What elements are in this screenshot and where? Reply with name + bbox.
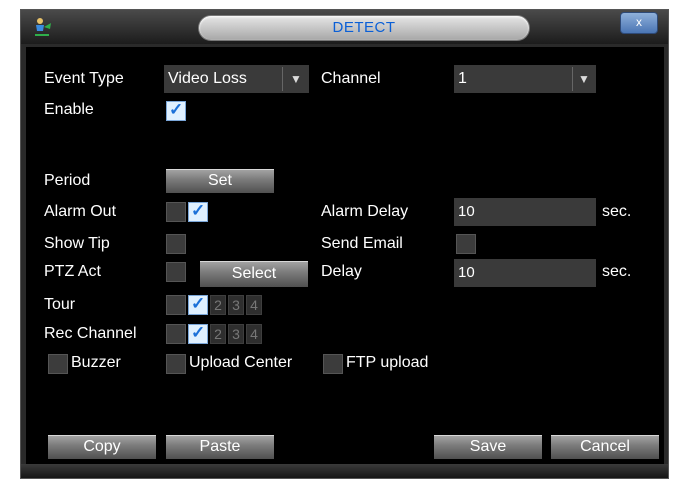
upload-center-checkbox[interactable] (166, 354, 186, 374)
event-type-dropdown[interactable]: Video Loss ▼ (164, 65, 309, 93)
copy-button[interactable]: Copy (48, 435, 156, 459)
dropdown-separator (572, 67, 573, 91)
period-label: Period (44, 172, 91, 189)
rec-channel-label: Rec Channel (44, 325, 137, 342)
send-email-checkbox[interactable] (456, 234, 476, 254)
cancel-button[interactable]: Cancel (551, 435, 659, 459)
event-type-label: Event Type (44, 70, 124, 87)
rec-channel-checkbox-all[interactable] (166, 324, 186, 344)
channel-value: 1 (458, 70, 467, 87)
rec-channel-2[interactable]: 2 (210, 324, 226, 344)
show-tip-checkbox[interactable] (166, 234, 186, 254)
save-button[interactable]: Save (434, 435, 542, 459)
bottom-bar (21, 464, 668, 478)
buzzer-checkbox[interactable] (48, 354, 68, 374)
alarm-delay-input[interactable]: 10 (454, 198, 596, 226)
alarm-out-checkbox-1[interactable]: ✓ (188, 201, 208, 222)
period-set-button[interactable]: Set (166, 169, 274, 193)
channel-dropdown[interactable]: 1 ▼ (454, 65, 596, 93)
buzzer-label: Buzzer (71, 354, 121, 371)
enable-checkbox[interactable]: ✓ (166, 100, 186, 121)
ptz-act-label: PTZ Act (44, 263, 101, 280)
alarm-out-checkbox-all[interactable] (166, 202, 186, 222)
ftp-upload-checkbox[interactable] (323, 354, 343, 374)
ptz-select-button[interactable]: Select (200, 261, 308, 287)
triangle-down-icon[interactable]: ▼ (290, 65, 302, 93)
delay-label: Delay (321, 263, 362, 280)
tour-label: Tour (44, 296, 76, 313)
tour-channel-4[interactable]: 4 (246, 295, 262, 315)
rec-channel-4[interactable]: 4 (246, 324, 262, 344)
title-bar: DETECT x (21, 10, 668, 44)
tour-checkbox-1[interactable]: ✓ (188, 294, 208, 315)
alarm-delay-unit: sec. (602, 203, 632, 220)
triangle-down-icon[interactable]: ▼ (578, 65, 590, 93)
rec-channel-3[interactable]: 3 (228, 324, 244, 344)
send-email-label: Send Email (321, 235, 403, 252)
tour-channel-2[interactable]: 2 (210, 295, 226, 315)
tour-channel-3[interactable]: 3 (228, 295, 244, 315)
checkmark-icon: ✓ (191, 323, 206, 342)
person-arrow-icon (31, 17, 53, 37)
upload-center-label: Upload Center (189, 354, 293, 371)
window-title: DETECT (199, 16, 529, 40)
detect-panel: Event Type Video Loss ▼ Channel 1 ▼ Enab… (26, 47, 664, 465)
event-type-value: Video Loss (168, 70, 247, 87)
checkmark-icon: ✓ (169, 100, 184, 119)
alarm-delay-label: Alarm Delay (321, 203, 409, 220)
alarm-out-label: Alarm Out (44, 203, 117, 220)
dropdown-separator (282, 67, 283, 91)
rec-channel-checkbox-1[interactable]: ✓ (188, 323, 208, 344)
show-tip-label: Show Tip (44, 235, 110, 252)
ftp-upload-label: FTP upload (346, 354, 429, 371)
channel-label: Channel (321, 70, 381, 87)
detect-window: DETECT x Event Type Video Loss ▼ Channel… (20, 9, 669, 479)
ptz-act-checkbox[interactable] (166, 262, 186, 282)
checkmark-icon: ✓ (191, 201, 206, 220)
enable-label: Enable (44, 101, 94, 118)
checkmark-icon: ✓ (191, 294, 206, 313)
close-icon[interactable]: x (620, 12, 658, 34)
tour-checkbox-all[interactable] (166, 295, 186, 315)
paste-button[interactable]: Paste (166, 435, 274, 459)
delay-input[interactable]: 10 (454, 259, 596, 287)
delay-unit: sec. (602, 263, 632, 280)
